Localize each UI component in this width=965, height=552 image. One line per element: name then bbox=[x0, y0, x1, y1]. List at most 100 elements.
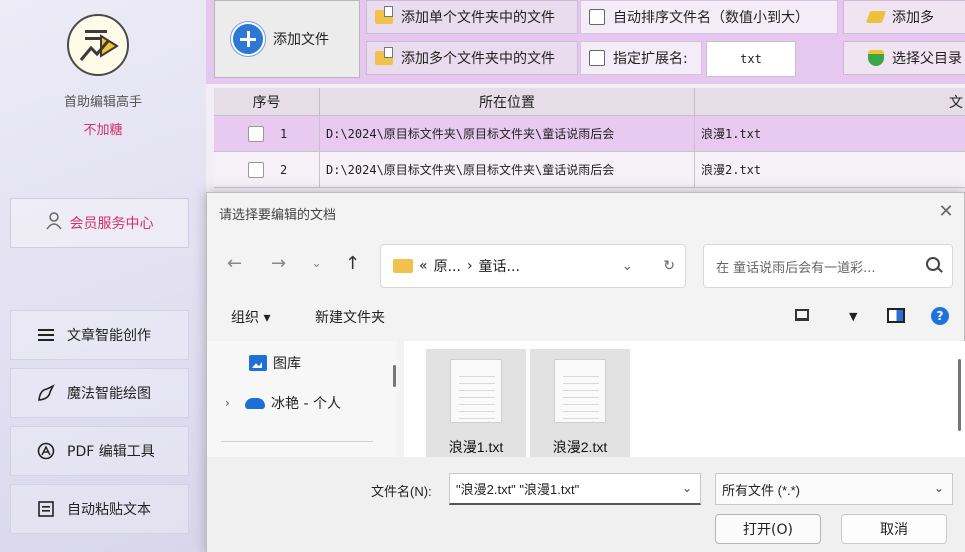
paste-icon bbox=[37, 500, 55, 518]
breadcrumb-part[interactable]: 原... bbox=[434, 256, 461, 276]
nav-item-label: 魔法智能绘图 bbox=[67, 386, 151, 402]
nav-item-paste[interactable]: 自动粘贴文本 bbox=[10, 484, 189, 534]
breadcrumb-part[interactable]: 童话... bbox=[479, 256, 520, 276]
nav-item-article[interactable]: 文章智能创作 bbox=[10, 310, 189, 360]
file-item[interactable]: 浪漫1.txt bbox=[426, 349, 526, 457]
add-file-button[interactable]: 添加文件 bbox=[214, 0, 360, 78]
file-item[interactable]: 浪漫2.txt bbox=[530, 349, 630, 457]
auto-sort-option[interactable]: 自动排序文件名（数值小到大） bbox=[580, 0, 838, 34]
search-input[interactable]: 在 童话说雨后会有一道彩... bbox=[703, 244, 953, 288]
refresh-icon[interactable]: ↻ bbox=[663, 258, 675, 274]
nav-item-label: 自动粘贴文本 bbox=[67, 502, 151, 518]
chevron-down-icon[interactable]: ⌄ bbox=[311, 256, 322, 271]
folder-icon bbox=[375, 6, 393, 24]
specify-ext-option[interactable]: 指定扩展名: bbox=[580, 41, 702, 75]
user-icon bbox=[45, 212, 62, 234]
file-type-select[interactable]: 所有文件 (*.*) ⌄ bbox=[715, 473, 953, 505]
specify-ext-label: 指定扩展名: bbox=[613, 51, 688, 67]
add-more-button[interactable]: 添加多 bbox=[843, 0, 965, 34]
col-name-header[interactable]: 文 bbox=[695, 88, 965, 115]
col-index-header[interactable]: 序号 bbox=[214, 88, 320, 115]
search-placeholder: 在 童话说雨后会有一道彩... bbox=[716, 260, 876, 276]
add-file-label: 添加文件 bbox=[273, 32, 329, 48]
app-name: 首助编辑高手 bbox=[63, 95, 142, 110]
auto-sort-checkbox[interactable] bbox=[589, 9, 605, 25]
shield-icon bbox=[868, 50, 884, 66]
member-service-button[interactable]: 会员服务中心 bbox=[10, 198, 189, 248]
chevron-right-icon[interactable]: › bbox=[225, 396, 239, 410]
open-file-dialog: 请选择要编辑的文档 ✕ ← → ⌄ ↑ « 原... › 童话... ⌄ ↻ 在… bbox=[206, 192, 965, 552]
add-more-label: 添加多 bbox=[892, 10, 934, 26]
nav-item-drawing[interactable]: 魔法智能绘图 bbox=[10, 368, 189, 418]
add-single-folder-label: 添加单个文件夹中的文件 bbox=[401, 10, 555, 26]
row-filename: 浪漫1.txt bbox=[701, 127, 762, 141]
row-checkbox[interactable] bbox=[248, 161, 264, 178]
files-scrollbar[interactable] bbox=[958, 359, 961, 431]
nav-item-label: PDF 编辑工具 bbox=[67, 444, 155, 460]
back-arrow-icon[interactable]: ← bbox=[227, 253, 242, 274]
extension-input[interactable]: txt bbox=[706, 41, 796, 77]
pdf-icon bbox=[37, 442, 55, 460]
dialog-footer: 文件名(N): "浪漫2.txt" "浪漫1.txt" ⌄ 所有文件 (*.*)… bbox=[207, 457, 965, 552]
row-index: 1 bbox=[280, 126, 288, 141]
chevron-down-icon[interactable]: ⌄ bbox=[934, 481, 944, 495]
tag-icon bbox=[865, 11, 887, 23]
tree-item-gallery[interactable]: 图库 bbox=[249, 353, 301, 373]
folder-icon bbox=[393, 259, 413, 273]
text-document-icon bbox=[450, 359, 502, 423]
col-location-header[interactable]: 所在位置 bbox=[320, 88, 695, 115]
add-single-folder-button[interactable]: 添加单个文件夹中的文件 bbox=[366, 0, 578, 34]
tree-item-cloud[interactable]: › 冰艳 - 个人 bbox=[225, 393, 341, 413]
new-folder-button[interactable]: 新建文件夹 bbox=[315, 307, 385, 327]
app-slogan: 不加糖 bbox=[83, 123, 123, 138]
filename-value: "浪漫2.txt" "浪漫1.txt" bbox=[456, 482, 580, 497]
list-icon bbox=[37, 326, 55, 344]
nav-item-label: 文章智能创作 bbox=[67, 328, 151, 344]
tree-scrollbar[interactable] bbox=[393, 365, 396, 387]
tree-item-label: 冰艳 - 个人 bbox=[271, 396, 341, 412]
cancel-button[interactable]: 取消 bbox=[841, 514, 947, 544]
forward-arrow-icon[interactable]: → bbox=[271, 253, 286, 274]
table-row[interactable]: 1 D:\2024\原目标文件夹\原目标文件夹\童话说雨后会 浪漫1.txt bbox=[214, 116, 965, 152]
address-bar[interactable]: « 原... › 童话... ⌄ ↻ bbox=[380, 244, 686, 288]
add-multi-folder-button[interactable]: 添加多个文件夹中的文件 bbox=[366, 41, 578, 75]
dialog-navbar: ← → ⌄ ↑ « 原... › 童话... ⌄ ↻ 在 童话说雨后会有一道彩.… bbox=[207, 239, 965, 289]
open-button[interactable]: 打开(O) bbox=[715, 514, 821, 544]
auto-sort-label: 自动排序文件名（数值小到大） bbox=[613, 10, 809, 26]
file-type-value: 所有文件 (*.*) bbox=[722, 482, 801, 498]
dialog-title: 请选择要编辑的文档 bbox=[219, 208, 337, 223]
wand-icon bbox=[37, 384, 55, 402]
chevron-down-icon[interactable]: ⌄ bbox=[622, 258, 634, 274]
file-name: 浪漫1.txt bbox=[448, 439, 504, 455]
row-filename: 浪漫2.txt bbox=[701, 163, 762, 177]
file-name: 浪漫2.txt bbox=[552, 439, 608, 455]
help-icon[interactable]: ? bbox=[931, 307, 949, 325]
app-logo-icon bbox=[67, 14, 129, 76]
text-document-icon bbox=[554, 359, 606, 423]
row-checkbox[interactable] bbox=[248, 125, 264, 142]
tree-divider bbox=[221, 441, 373, 442]
sidebar: 首助编辑高手 不加糖 会员服务中心 文章智能创作 魔法智能绘图 PDF 编辑工具… bbox=[0, 0, 206, 552]
preview-pane-icon[interactable] bbox=[887, 308, 905, 323]
specify-ext-checkbox[interactable] bbox=[589, 50, 605, 66]
choose-parent-button[interactable]: 选择父目录 bbox=[843, 41, 965, 75]
filename-label: 文件名(N): bbox=[371, 484, 432, 499]
up-arrow-icon[interactable]: ↑ bbox=[345, 253, 360, 274]
organize-menu[interactable]: 组织 ▾ bbox=[231, 307, 270, 327]
search-icon[interactable] bbox=[926, 257, 940, 271]
file-table: 序号 所在位置 文 1 D:\2024\原目标文件夹\原目标文件夹\童话说雨后会… bbox=[214, 88, 965, 188]
table-row[interactable]: 2 D:\2024\原目标文件夹\原目标文件夹\童话说雨后会 浪漫2.txt bbox=[214, 152, 965, 188]
gallery-icon bbox=[249, 355, 267, 371]
nav-item-pdf[interactable]: PDF 编辑工具 bbox=[10, 426, 189, 476]
close-icon[interactable]: ✕ bbox=[936, 201, 956, 222]
file-list: 浪漫1.txt 浪漫2.txt bbox=[404, 341, 965, 457]
row-location: D:\2024\原目标文件夹\原目标文件夹\童话说雨后会 bbox=[320, 152, 695, 187]
row-location: D:\2024\原目标文件夹\原目标文件夹\童话说雨后会 bbox=[320, 116, 695, 151]
tree-item-label: 图库 bbox=[273, 356, 301, 372]
breadcrumb-separator: › bbox=[466, 258, 473, 274]
view-dropdown-icon[interactable]: ▼ bbox=[849, 310, 857, 323]
filename-input[interactable]: "浪漫2.txt" "浪漫1.txt" ⌄ bbox=[449, 473, 701, 505]
chevron-down-icon[interactable]: ⌄ bbox=[682, 481, 692, 495]
folder-icon bbox=[375, 47, 393, 65]
view-icon[interactable] bbox=[795, 309, 809, 321]
